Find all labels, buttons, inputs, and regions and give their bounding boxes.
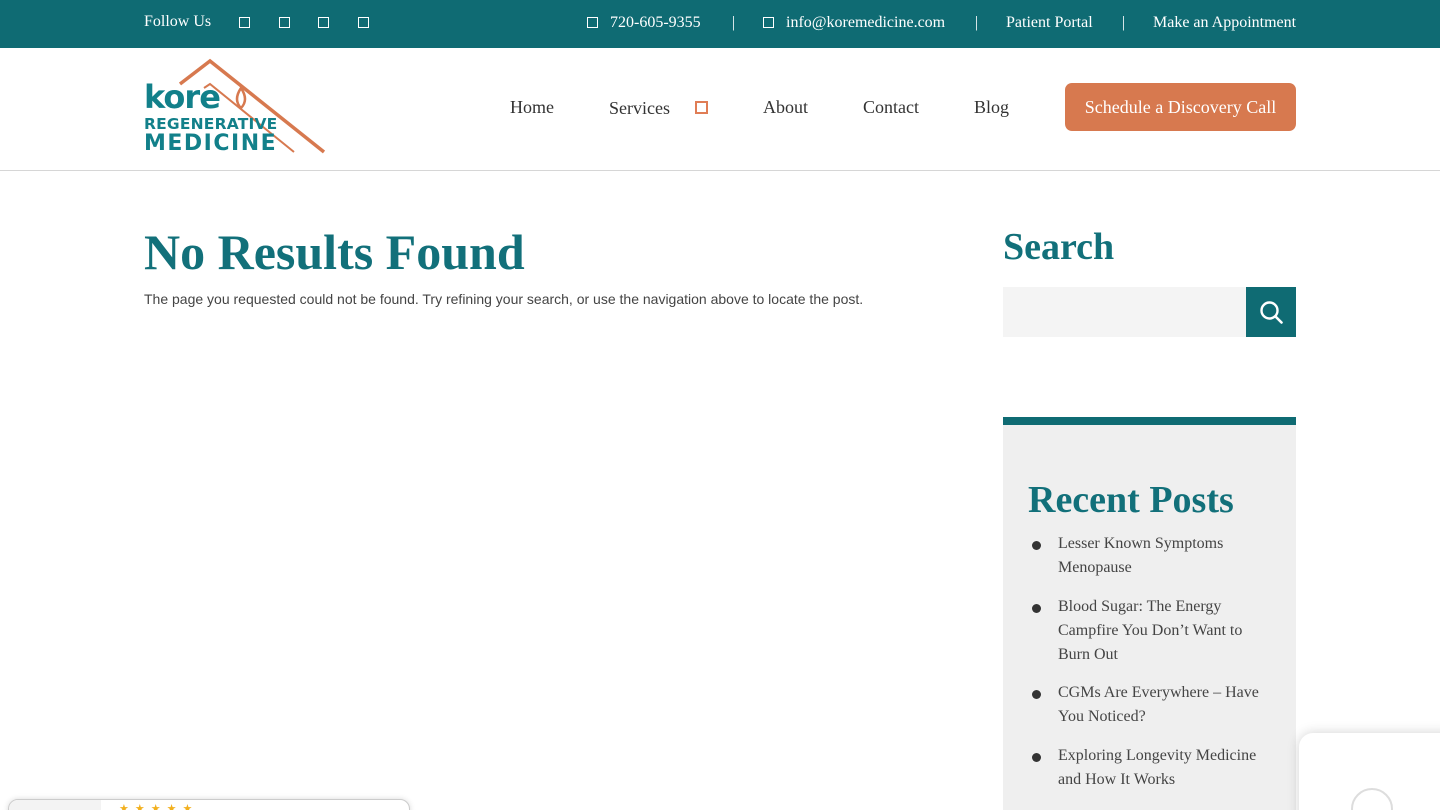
bullet-icon: [1032, 541, 1041, 550]
recent-post-link[interactable]: Exploring Longevity Medicine and How It …: [1058, 744, 1273, 792]
divider: |: [1122, 14, 1126, 31]
recent-posts-heading: Recent Posts: [1028, 479, 1234, 521]
instagram-icon[interactable]: [279, 17, 290, 28]
follow-us-label: Follow Us: [144, 13, 212, 30]
play-icon[interactable]: [1351, 788, 1393, 810]
bullet-icon: [1032, 690, 1041, 699]
nav-about[interactable]: About: [763, 97, 808, 118]
divider: |: [732, 14, 736, 31]
page-title: No Results Found: [144, 224, 525, 280]
top-bar: Follow Us 720-605-9355 | info@koremedici…: [0, 0, 1440, 48]
phone-icon: [587, 17, 598, 28]
no-results-message: The page you requested could not be foun…: [144, 291, 864, 307]
recent-post-link[interactable]: Lesser Known Symptoms Menopause: [1058, 532, 1273, 580]
site-header: kore REGENERATIVE MEDICINE Home Services…: [0, 48, 1440, 171]
phone-number: 720-605-9355: [610, 14, 701, 31]
video-widget[interactable]: [1299, 733, 1440, 810]
chevron-down-icon[interactable]: [695, 101, 708, 114]
schedule-discovery-call-button[interactable]: Schedule a Discovery Call: [1065, 83, 1296, 131]
email-icon: [763, 17, 774, 28]
nav-blog[interactable]: Blog: [974, 97, 1009, 118]
search-heading: Search: [1003, 226, 1115, 268]
recent-post-link[interactable]: CGMs Are Everywhere – Have You Noticed?: [1058, 681, 1273, 729]
bullet-icon: [1032, 753, 1041, 762]
make-appointment-link[interactable]: Make an Appointment: [1153, 14, 1296, 32]
logo-medicine-text: MEDICINE: [144, 131, 278, 156]
facebook-icon[interactable]: [239, 17, 250, 28]
recent-post-link[interactable]: Blood Sugar: The Energy Campfire You Don…: [1058, 595, 1273, 667]
search-icon: [1260, 301, 1283, 324]
recent-posts-panel: Recent Posts Lesser Known Symptoms Menop…: [1003, 417, 1296, 810]
search-button[interactable]: [1246, 287, 1296, 337]
divider: |: [975, 14, 979, 31]
email-address: info@koremedicine.com: [786, 14, 946, 31]
email-link[interactable]: info@koremedicine.com: [763, 14, 945, 32]
youtube-icon[interactable]: [358, 17, 369, 28]
linkedin-icon[interactable]: [318, 17, 329, 28]
reviews-widget[interactable]: ★★★★★: [8, 799, 410, 810]
patient-portal-link[interactable]: Patient Portal: [1006, 14, 1093, 32]
bullet-icon: [1032, 604, 1041, 613]
reviews-widget-logo: [9, 800, 101, 810]
nav-contact[interactable]: Contact: [863, 97, 919, 118]
nav-services[interactable]: Services: [609, 98, 670, 119]
search-input[interactable]: [1003, 287, 1247, 337]
phone-link[interactable]: 720-605-9355: [587, 14, 701, 32]
nav-home[interactable]: Home: [510, 97, 554, 118]
logo[interactable]: kore REGENERATIVE MEDICINE: [144, 58, 326, 156]
star-rating-icon: ★★★★★: [119, 803, 199, 810]
logo-kore-text: kore: [144, 78, 221, 116]
